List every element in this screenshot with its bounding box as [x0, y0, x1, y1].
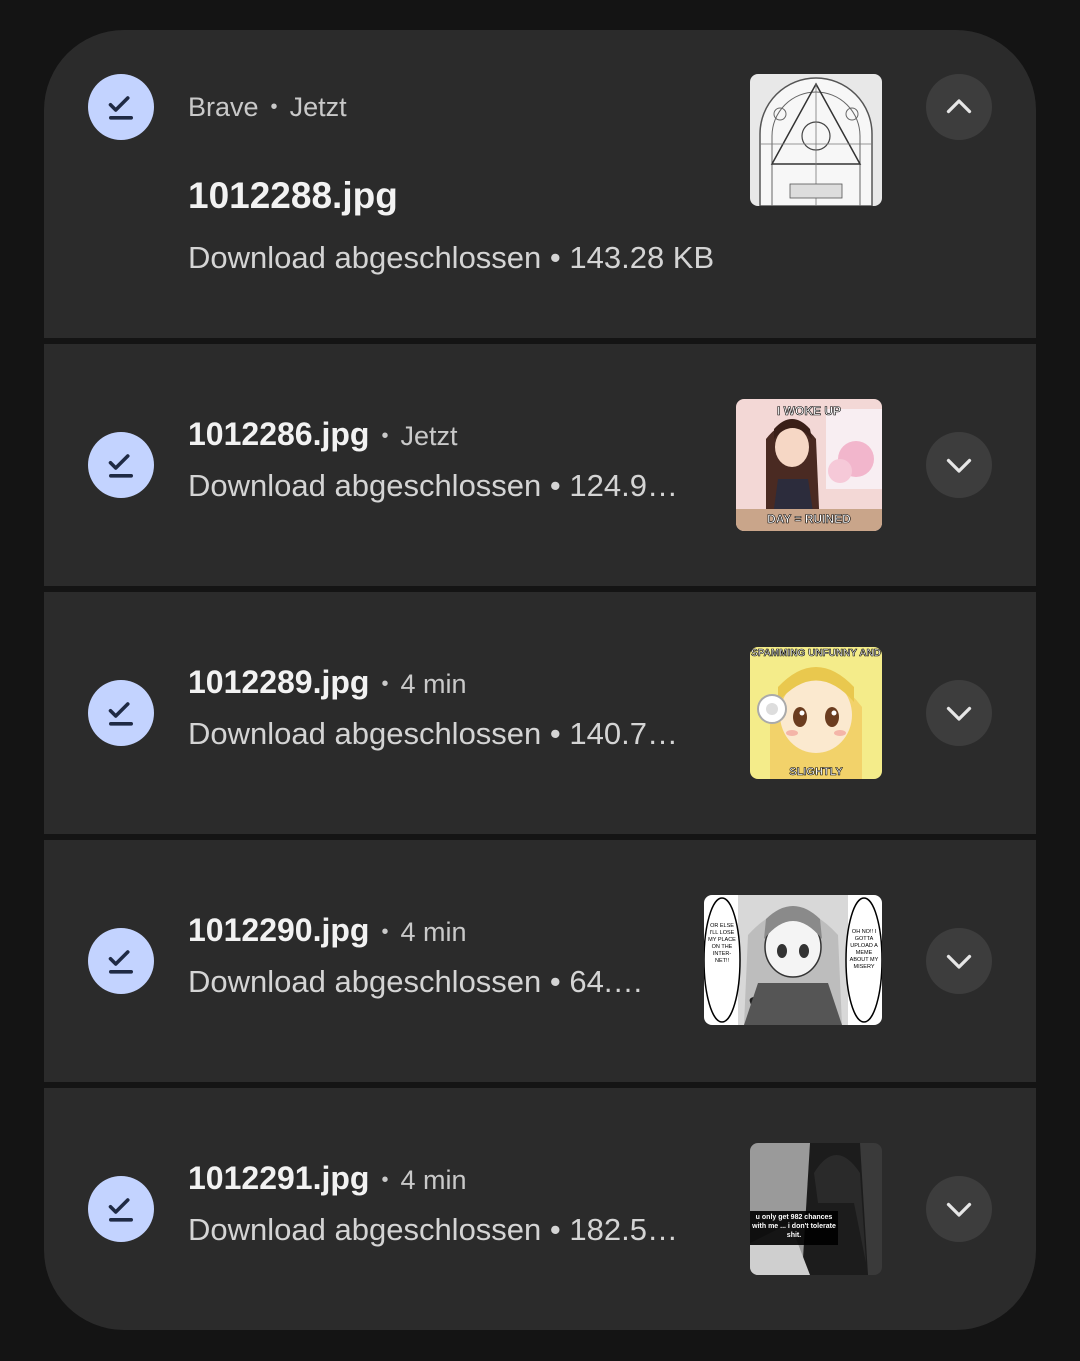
thumb-caption-top: I WOKE UP	[777, 404, 841, 418]
expand-button[interactable]	[926, 1176, 992, 1242]
notification-card[interactable]: 1012286.jpg • Jetzt Download abgeschlossen…	[44, 344, 1036, 586]
notification-card-expanded[interactable]: Brave • Jetzt 1012288.jpg Download abgesch…	[44, 30, 1036, 338]
thumb-caption-bottom: DAY = RUINED	[767, 512, 851, 526]
notification-text: Download abgeschlossen • 124.9…	[188, 468, 678, 503]
separator-dot: •	[270, 96, 278, 118]
download-done-icon	[88, 680, 154, 746]
separator-dot: •	[381, 425, 389, 447]
expand-button[interactable]	[926, 928, 992, 994]
image-thumbnail[interactable]	[750, 74, 882, 206]
download-done-icon	[88, 1176, 154, 1242]
notification-time: Jetzt	[400, 421, 458, 451]
notification-time: 4 min	[400, 669, 467, 699]
thumb-caption: u only get 982 chances with me ... i don…	[752, 1214, 836, 1239]
chevron-down-icon	[946, 1202, 972, 1217]
notification-header: 1012291.jpg • 4 min	[188, 1160, 467, 1197]
image-thumbnail[interactable]: u only get 982 chances with me ... i don…	[750, 1143, 882, 1275]
chevron-down-icon	[946, 954, 972, 969]
image-thumbnail[interactable]: I WOKE UP DAY = RUINED	[736, 399, 882, 531]
image-thumbnail[interactable]: OR ELSE I'LL LOSE MY PLACE ON THE INTER-…	[704, 895, 882, 1025]
notification-time: 4 min	[400, 1165, 467, 1195]
chevron-down-icon	[946, 458, 972, 473]
thumb-caption-top: SPAMMING UNFUNNY AND	[751, 648, 881, 659]
separator-dot: •	[381, 921, 389, 943]
expand-button[interactable]	[926, 680, 992, 746]
file-name: 1012290.jpg	[188, 912, 370, 948]
download-done-icon	[88, 928, 154, 994]
notification-text: Download abgeschlossen • 143.28 KB	[188, 240, 715, 275]
notification-text: Download abgeschlossen • 140.7…	[188, 716, 678, 751]
app-name: Brave	[188, 92, 259, 122]
notification-card[interactable]: 1012289.jpg • 4 min Download abgeschlossen…	[44, 592, 1036, 834]
chevron-up-icon	[946, 99, 972, 114]
chevron-down-icon	[946, 706, 972, 721]
notification-header: 1012290.jpg • 4 min	[188, 912, 467, 949]
file-name: 1012286.jpg	[188, 416, 370, 452]
image-thumbnail[interactable]: SPAMMING UNFUNNY AND SLIGHTLY	[750, 647, 882, 779]
notification-title: 1012288.jpg	[188, 175, 398, 216]
separator-dot: •	[381, 673, 389, 695]
notification-header: 1012286.jpg • Jetzt	[188, 416, 458, 453]
download-done-icon	[88, 74, 154, 140]
notification-card[interactable]: 1012291.jpg • 4 min Download abgeschlossen…	[44, 1088, 1036, 1330]
thumb-speech-left: OR ELSE I'LL LOSE MY PLACE ON THE INTER-…	[708, 923, 736, 964]
notification-text: Download abgeschlossen • 64.…	[188, 964, 644, 999]
thumb-speech-right: OH NO!! I GOTTA UPLOAD A MEME ABOUT MY M…	[849, 929, 879, 970]
expand-button[interactable]	[926, 432, 992, 498]
notification-card[interactable]: 1012290.jpg • 4 min Download abgeschlossen…	[44, 840, 1036, 1082]
file-name: 1012289.jpg	[188, 664, 370, 700]
notification-time: Jetzt	[289, 92, 347, 122]
app-info: Brave • Jetzt	[188, 92, 347, 123]
separator-dot: •	[381, 1169, 389, 1191]
notification-header: 1012289.jpg • 4 min	[188, 664, 467, 701]
notification-group: Brave • Jetzt 1012288.jpg Download abgesch…	[44, 30, 1036, 1330]
thumb-caption-bottom: SLIGHTLY	[789, 766, 843, 778]
download-done-icon	[88, 432, 154, 498]
notification-text: Download abgeschlossen • 182.5…	[188, 1212, 678, 1247]
notification-time: 4 min	[400, 917, 467, 947]
collapse-button[interactable]	[926, 74, 992, 140]
file-name: 1012291.jpg	[188, 1160, 370, 1196]
